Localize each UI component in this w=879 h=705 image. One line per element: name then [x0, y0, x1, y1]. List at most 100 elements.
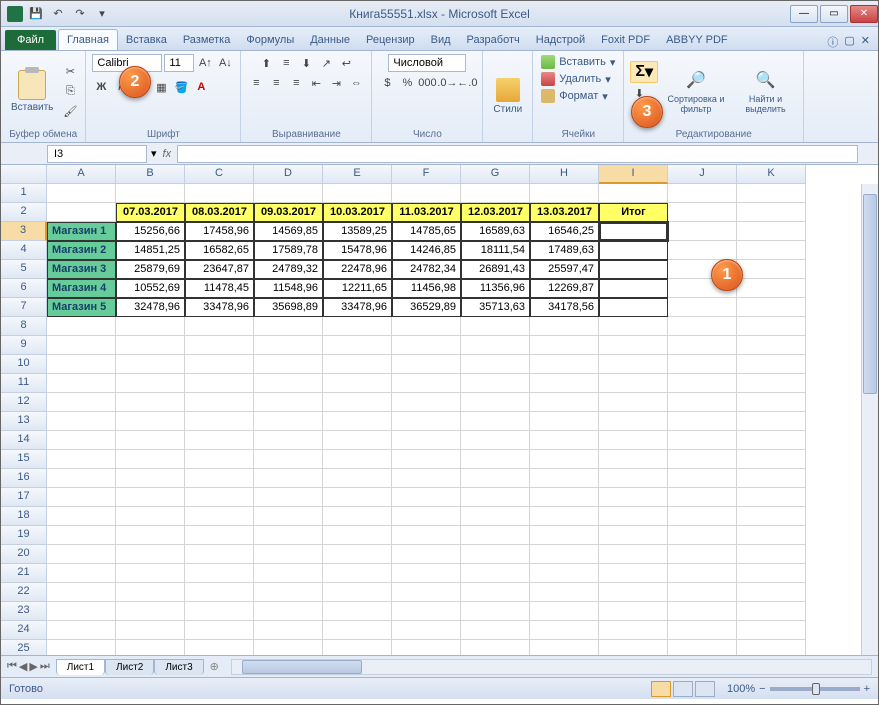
cell-F14[interactable]	[392, 431, 461, 450]
row-header-6[interactable]: 6	[1, 279, 47, 298]
cell-C9[interactable]	[185, 336, 254, 355]
cell-A21[interactable]	[47, 564, 116, 583]
format-painter-button[interactable]: 🖌	[61, 102, 79, 120]
cell-H17[interactable]	[530, 488, 599, 507]
cell-E24[interactable]	[323, 621, 392, 640]
cell-J16[interactable]	[668, 469, 737, 488]
tab-review[interactable]: Рецензир	[358, 30, 423, 50]
cell-A24[interactable]	[47, 621, 116, 640]
row-header-1[interactable]: 1	[1, 184, 47, 203]
cell-I12[interactable]	[599, 393, 668, 412]
align-middle-button[interactable]: ≡	[277, 54, 295, 72]
cell-F3[interactable]: 14785,65	[392, 222, 461, 241]
cell-B24[interactable]	[116, 621, 185, 640]
cell-I6[interactable]	[599, 279, 668, 298]
align-left-button[interactable]: ≡	[247, 74, 265, 92]
cell-D9[interactable]	[254, 336, 323, 355]
column-header-I[interactable]: I	[599, 165, 668, 184]
sheet-tab-1[interactable]: Лист1	[56, 659, 105, 675]
minimize-button[interactable]: —	[790, 5, 818, 23]
cell-I8[interactable]	[599, 317, 668, 336]
cell-E16[interactable]	[323, 469, 392, 488]
cell-H19[interactable]	[530, 526, 599, 545]
vertical-scrollbar[interactable]	[861, 184, 878, 655]
column-header-A[interactable]: A	[47, 165, 116, 184]
cell-A22[interactable]	[47, 583, 116, 602]
cell-J25[interactable]	[668, 640, 737, 655]
cell-H16[interactable]	[530, 469, 599, 488]
cell-K15[interactable]	[737, 450, 806, 469]
cell-J13[interactable]	[668, 412, 737, 431]
cell-F6[interactable]: 11456,98	[392, 279, 461, 298]
cell-I25[interactable]	[599, 640, 668, 655]
cell-K21[interactable]	[737, 564, 806, 583]
cell-F11[interactable]	[392, 374, 461, 393]
cell-B17[interactable]	[116, 488, 185, 507]
row-header-14[interactable]: 14	[1, 431, 47, 450]
cell-B25[interactable]	[116, 640, 185, 655]
cell-B12[interactable]	[116, 393, 185, 412]
horizontal-scrollbar[interactable]	[231, 659, 872, 675]
currency-button[interactable]: $	[378, 74, 396, 92]
align-top-button[interactable]: ⬆	[257, 54, 275, 72]
cell-K14[interactable]	[737, 431, 806, 450]
cell-E15[interactable]	[323, 450, 392, 469]
cell-K25[interactable]	[737, 640, 806, 655]
row-header-16[interactable]: 16	[1, 469, 47, 488]
cell-D10[interactable]	[254, 355, 323, 374]
align-center-button[interactable]: ≡	[267, 74, 285, 92]
cell-G11[interactable]	[461, 374, 530, 393]
row-header-15[interactable]: 15	[1, 450, 47, 469]
cell-F18[interactable]	[392, 507, 461, 526]
cell-F22[interactable]	[392, 583, 461, 602]
cell-H2[interactable]: 13.03.2017	[530, 203, 599, 222]
cell-C14[interactable]	[185, 431, 254, 450]
cell-I1[interactable]	[599, 184, 668, 203]
cell-J10[interactable]	[668, 355, 737, 374]
cell-E12[interactable]	[323, 393, 392, 412]
zoom-slider[interactable]	[770, 687, 860, 691]
cell-K23[interactable]	[737, 602, 806, 621]
cell-D20[interactable]	[254, 545, 323, 564]
cell-H14[interactable]	[530, 431, 599, 450]
cell-G6[interactable]: 11356,96	[461, 279, 530, 298]
font-color-button[interactable]: A	[192, 78, 210, 96]
zoom-level[interactable]: 100%	[727, 683, 755, 695]
cell-G24[interactable]	[461, 621, 530, 640]
cell-I18[interactable]	[599, 507, 668, 526]
cell-A18[interactable]	[47, 507, 116, 526]
column-header-G[interactable]: G	[461, 165, 530, 184]
cell-J3[interactable]	[668, 222, 737, 241]
cell-K20[interactable]	[737, 545, 806, 564]
formula-input[interactable]	[177, 145, 858, 163]
styles-button[interactable]: Стили	[489, 76, 526, 117]
cell-G20[interactable]	[461, 545, 530, 564]
orientation-button[interactable]: ↗	[317, 54, 335, 72]
cell-E4[interactable]: 15478,96	[323, 241, 392, 260]
close-button[interactable]: ✕	[850, 5, 878, 23]
cell-B19[interactable]	[116, 526, 185, 545]
cell-H6[interactable]: 12269,87	[530, 279, 599, 298]
cell-K16[interactable]	[737, 469, 806, 488]
column-header-K[interactable]: K	[737, 165, 806, 184]
decrease-decimal-button[interactable]: ←.0	[458, 74, 476, 92]
cell-E21[interactable]	[323, 564, 392, 583]
cell-G9[interactable]	[461, 336, 530, 355]
cell-E13[interactable]	[323, 412, 392, 431]
cell-D17[interactable]	[254, 488, 323, 507]
cut-button[interactable]: ✂	[61, 62, 79, 80]
cell-H25[interactable]	[530, 640, 599, 655]
cell-J9[interactable]	[668, 336, 737, 355]
cell-B1[interactable]	[116, 184, 185, 203]
cell-H24[interactable]	[530, 621, 599, 640]
zoom-slider-thumb[interactable]	[812, 683, 820, 695]
cell-A10[interactable]	[47, 355, 116, 374]
cell-F25[interactable]	[392, 640, 461, 655]
cell-E6[interactable]: 12211,65	[323, 279, 392, 298]
row-header-9[interactable]: 9	[1, 336, 47, 355]
cell-E11[interactable]	[323, 374, 392, 393]
cell-G23[interactable]	[461, 602, 530, 621]
delete-cells-button[interactable]: Удалить▾	[539, 71, 613, 87]
font-size-combo[interactable]: 11	[164, 54, 194, 72]
increase-font-button[interactable]: A↑	[196, 54, 214, 72]
